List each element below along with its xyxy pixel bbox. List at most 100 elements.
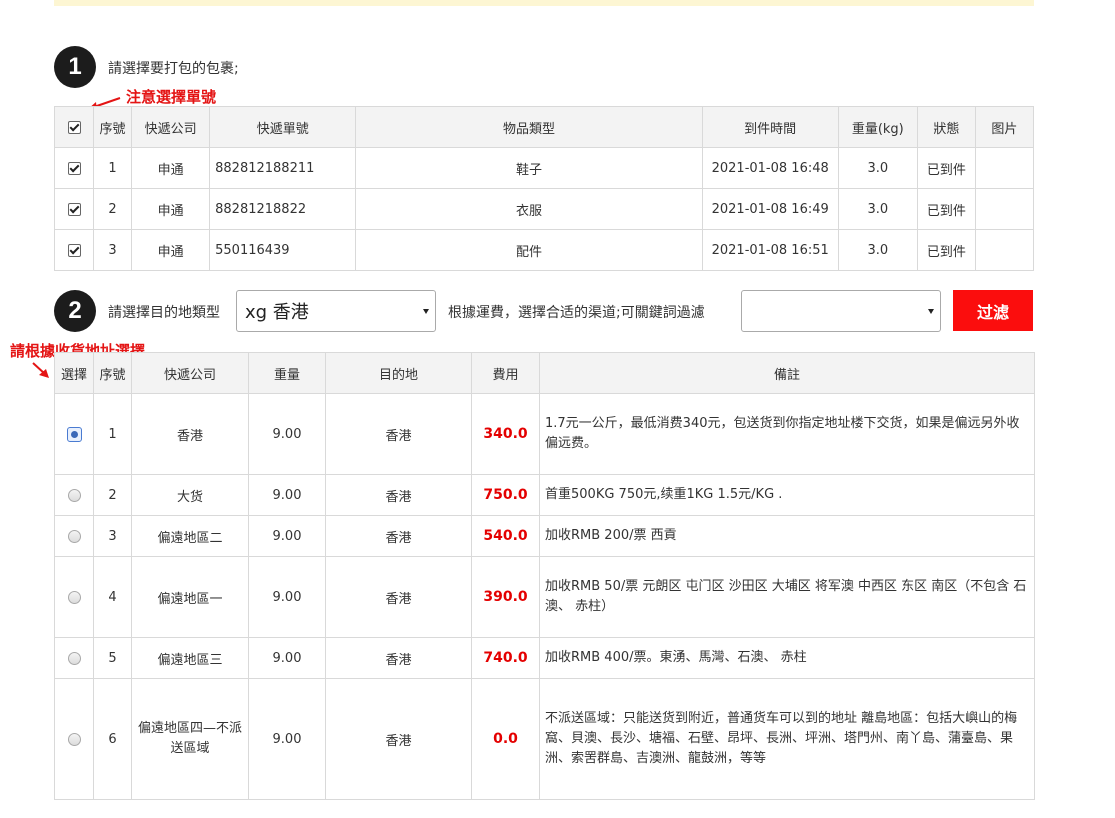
table-row: 6 偏遠地區四—不派送區域 9.00 香港 0.0 不派送區域：只能送货到附近，… xyxy=(54,678,1035,800)
row-destination: 香港 xyxy=(325,556,472,638)
row-image xyxy=(974,147,1035,189)
row-destination: 香港 xyxy=(325,678,472,800)
row-weight: 9.00 xyxy=(248,556,326,638)
row-company: 偏遠地區二 xyxy=(131,515,249,557)
row-type: 配件 xyxy=(355,229,703,271)
destination-select[interactable]: xg 香港 xyxy=(236,290,436,332)
col-company: 快遞公司 xyxy=(131,106,211,148)
row-image xyxy=(974,229,1035,271)
row-checkbox[interactable] xyxy=(67,243,81,257)
filter-button[interactable]: 过滤 xyxy=(953,290,1033,331)
col-select: 選擇 xyxy=(54,352,94,394)
channel-radio[interactable] xyxy=(67,651,81,665)
row-index: 1 xyxy=(93,147,133,189)
row-index: 3 xyxy=(93,229,133,271)
row-type: 鞋子 xyxy=(355,147,703,189)
row-destination: 香港 xyxy=(325,474,472,516)
col-weight: 重量 xyxy=(248,352,326,394)
table-row: 3 偏遠地區二 9.00 香港 540.0 加收RMB 200/票 西貢 xyxy=(54,515,1035,557)
row-arrival: 2021-01-08 16:48 xyxy=(701,147,839,189)
row-tracking: 550116439 xyxy=(209,229,357,271)
row-fee: 0.0 xyxy=(471,678,540,800)
table-row: 1 香港 9.00 香港 340.0 1.7元一公斤，最低消费340元，包送货到… xyxy=(54,393,1035,475)
col-image: 图片 xyxy=(974,106,1035,148)
table-row: 3 申通 550116439 配件 2021-01-08 16:51 3.0 已… xyxy=(53,229,1035,271)
table-row: 2 申通 88281218822 衣服 2021-01-08 16:49 3.0… xyxy=(53,188,1035,230)
row-status: 已到件 xyxy=(916,188,976,230)
channel-radio[interactable] xyxy=(67,732,81,746)
row-note: 1.7元一公斤，最低消费340元，包送货到你指定地址楼下交货，如果是偏远另外收偏… xyxy=(539,393,1035,475)
destination-select-value: xg 香港 xyxy=(245,302,309,323)
select-all-cell xyxy=(53,106,95,148)
row-company: 申通 xyxy=(131,147,211,189)
table-row: 2 大货 9.00 香港 750.0 首重500KG 750元,续重1KG 1.… xyxy=(54,474,1035,516)
channel-radio[interactable] xyxy=(67,488,81,502)
row-destination: 香港 xyxy=(325,393,472,475)
annotation-arrow-icon xyxy=(32,362,49,378)
row-index: 5 xyxy=(93,637,132,679)
row-index: 4 xyxy=(93,556,132,638)
col-index: 序號 xyxy=(93,106,133,148)
col-type: 物品類型 xyxy=(355,106,703,148)
row-company: 大货 xyxy=(131,474,249,516)
row-weight: 9.00 xyxy=(248,474,326,516)
row-company: 偏遠地區三 xyxy=(131,637,249,679)
parcel-table-header: 序號 快遞公司 快遞單號 物品類型 到件時間 重量(kg) 狀態 图片 xyxy=(53,106,1035,148)
row-fee: 340.0 xyxy=(471,393,540,475)
row-weight: 9.00 xyxy=(248,393,326,475)
chevron-down-icon xyxy=(423,308,429,314)
row-weight: 3.0 xyxy=(837,229,918,271)
channel-radio[interactable] xyxy=(67,529,81,543)
row-company: 偏遠地區四—不派送區域 xyxy=(131,678,249,800)
row-fee: 740.0 xyxy=(471,637,540,679)
row-checkbox[interactable] xyxy=(67,202,81,216)
shipping-channel-table: 選擇 序號 快遞公司 重量 目的地 費用 備註 1 香港 9.00 香港 340… xyxy=(54,352,1035,800)
row-destination: 香港 xyxy=(325,515,472,557)
step-1-label: 請選擇要打包的包裹; xyxy=(108,61,239,77)
row-note: 加收RMB 200/票 西貢 xyxy=(539,515,1035,557)
chevron-down-icon xyxy=(928,308,934,314)
step-2-label: 請選擇目的地類型 xyxy=(108,305,220,321)
row-note: 加收RMB 400/票。東湧、馬灣、石澳、 赤柱 xyxy=(539,637,1035,679)
table-row: 4 偏遠地區一 9.00 香港 390.0 加收RMB 50/票 元朗区 屯门区… xyxy=(54,556,1035,638)
channel-radio[interactable] xyxy=(66,426,82,442)
row-weight: 9.00 xyxy=(248,678,326,800)
row-type: 衣服 xyxy=(355,188,703,230)
row-image xyxy=(974,188,1035,230)
row-index: 1 xyxy=(93,393,132,475)
row-fee: 540.0 xyxy=(471,515,540,557)
row-arrival: 2021-01-08 16:49 xyxy=(701,188,839,230)
col-arrival: 到件時間 xyxy=(701,106,839,148)
row-tracking: 88281218822 xyxy=(209,188,357,230)
col-weight: 重量(kg) xyxy=(837,106,918,148)
row-fee: 390.0 xyxy=(471,556,540,638)
row-fee: 750.0 xyxy=(471,474,540,516)
keyword-select[interactable] xyxy=(741,290,941,332)
step-2-badge: 2 xyxy=(54,290,96,332)
row-status: 已到件 xyxy=(916,229,976,271)
row-weight: 9.00 xyxy=(248,637,326,679)
col-index: 序號 xyxy=(93,352,132,394)
notice-banner xyxy=(54,0,1034,6)
channel-radio[interactable] xyxy=(67,590,81,604)
col-tracking: 快遞單號 xyxy=(209,106,357,148)
row-index: 2 xyxy=(93,188,133,230)
row-destination: 香港 xyxy=(325,637,472,679)
row-company: 申通 xyxy=(131,188,211,230)
filter-label: 根據運費，選擇合适的渠道;可關鍵詞過濾 xyxy=(448,305,705,321)
row-checkbox[interactable] xyxy=(67,161,81,175)
table-row: 5 偏遠地區三 9.00 香港 740.0 加收RMB 400/票。東湧、馬灣、… xyxy=(54,637,1035,679)
row-company: 申通 xyxy=(131,229,211,271)
row-company: 香港 xyxy=(131,393,249,475)
row-index: 2 xyxy=(93,474,132,516)
table-row: 1 申通 882812188211 鞋子 2021-01-08 16:48 3.… xyxy=(53,147,1035,189)
row-weight: 9.00 xyxy=(248,515,326,557)
select-tracking-hint: 注意選擇單號 xyxy=(126,88,217,106)
row-index: 3 xyxy=(93,515,132,557)
row-weight: 3.0 xyxy=(837,147,918,189)
select-all-checkbox[interactable] xyxy=(67,120,81,134)
col-fee: 費用 xyxy=(471,352,540,394)
row-status: 已到件 xyxy=(916,147,976,189)
row-note: 加收RMB 50/票 元朗区 屯门区 沙田区 大埔区 将军澳 中西区 东区 南区… xyxy=(539,556,1035,638)
row-tracking: 882812188211 xyxy=(209,147,357,189)
